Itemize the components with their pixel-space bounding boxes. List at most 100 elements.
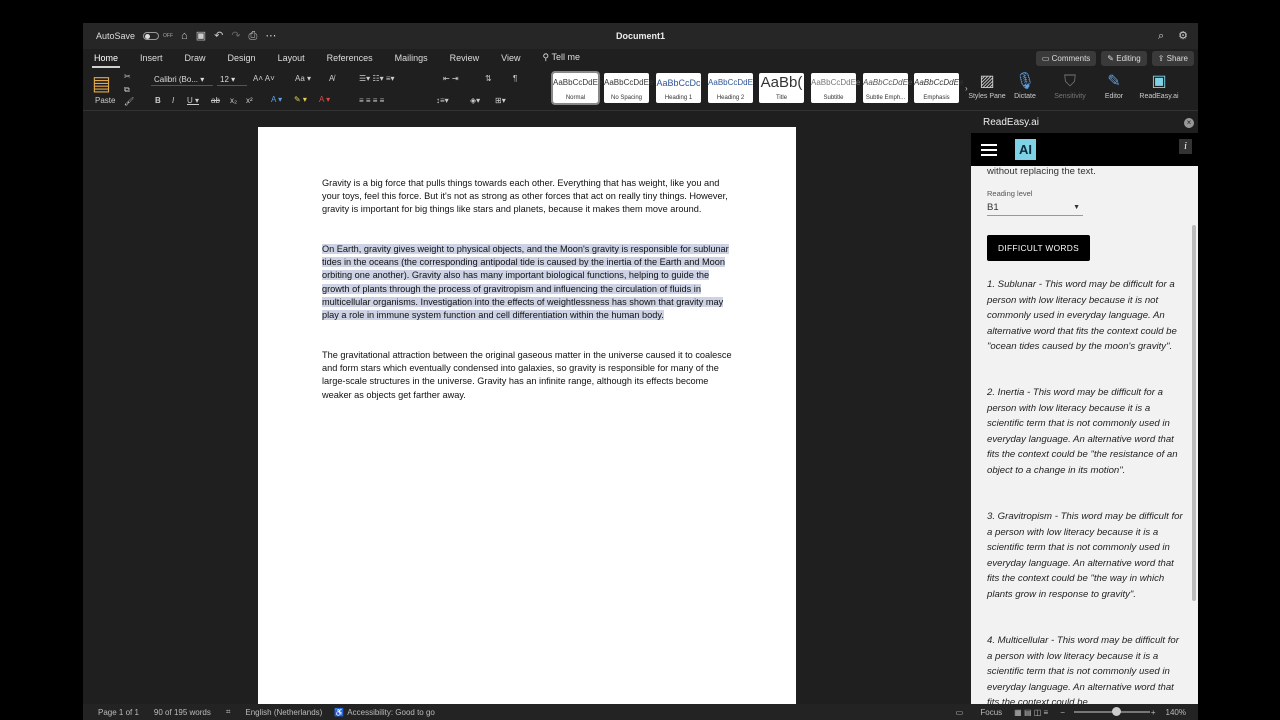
paste-button[interactable]: Paste — [95, 96, 115, 105]
style-sample: AaBbCcDdEe — [553, 78, 603, 87]
text-effects-icon[interactable]: A ▾ — [271, 95, 282, 104]
font-color-icon[interactable]: A ▾ — [319, 95, 330, 104]
paragraph[interactable]: Gravity is a big force that pulls things… — [322, 177, 732, 217]
style-no-spacing[interactable]: AaBbCcDdEe No Spacing — [604, 73, 653, 103]
difficult-word-item: 4. Multicellular - This word may be diff… — [987, 635, 1179, 704]
zoom-out-icon[interactable]: − — [1060, 708, 1065, 717]
tab-design[interactable]: Design — [217, 53, 267, 63]
dictate-button[interactable]: 🎙 Dictate — [1004, 71, 1046, 100]
tab-insert[interactable]: Insert — [129, 53, 174, 63]
comment-icon: ▭ — [1041, 54, 1052, 63]
focus-button[interactable]: ▭ Focus — [941, 708, 1003, 717]
word-count[interactable]: 90 of 195 words — [154, 708, 211, 717]
style-emphasis[interactable]: AaBbCcDdEe Emphasis — [914, 73, 964, 103]
accessibility-icon[interactable]: ♿ — [334, 708, 344, 717]
editing-button[interactable]: ✎ Editing — [1101, 51, 1147, 66]
language[interactable]: English (Netherlands) — [245, 708, 322, 717]
clear-formatting-icon[interactable]: A̸ — [329, 74, 334, 83]
home-icon[interactable]: ⌂ — [181, 30, 188, 42]
tab-view[interactable]: View — [490, 53, 531, 63]
comments-button[interactable]: ▭ Comments — [1035, 51, 1097, 66]
align-left-icon[interactable]: ≡ ≡ ≡ ≡ — [359, 96, 384, 105]
share-button[interactable]: ⇪ Share — [1151, 51, 1194, 66]
font-size-select[interactable]: 12 ▾ — [217, 73, 247, 86]
style-subtle-emphasis[interactable]: AaBbCcDdEe Subtle Emph... — [863, 73, 912, 103]
tab-home[interactable]: Home — [83, 53, 129, 68]
zoom-slider[interactable] — [1074, 707, 1150, 716]
change-case-icon[interactable]: Aa ▾ — [295, 74, 311, 83]
style-subtitle[interactable]: AaBbCcDdEe Subtitle — [811, 73, 860, 103]
italic-icon[interactable]: I — [172, 96, 174, 105]
style-sample: AaBb( — [760, 74, 803, 91]
autosave-toggle[interactable] — [143, 32, 160, 40]
tab-review[interactable]: Review — [439, 53, 491, 63]
font-name-select[interactable]: Calibri (Bo... ▾ — [151, 73, 213, 86]
redo-icon[interactable]: ↷ — [231, 30, 240, 42]
status-bar: Page 1 of 1 90 of 195 words ⌗ English (N… — [83, 704, 1198, 720]
style-heading-1[interactable]: AaBbCcDc Heading 1 — [656, 73, 701, 103]
font-name-value: Calibri (Bo... — [154, 75, 199, 84]
borders-icon[interactable]: ⊞▾ — [495, 96, 506, 105]
undo-icon[interactable]: ↶ — [214, 30, 223, 42]
style-label: Emphasis — [923, 95, 950, 101]
ribbon-tabs: Home Insert Draw Design Layout Reference… — [83, 49, 1198, 68]
editor-button[interactable]: ✎ Editor — [1093, 71, 1135, 100]
style-sample: AaBbCcDc — [656, 78, 701, 88]
highlight-icon[interactable]: ✎ ▾ — [294, 95, 307, 104]
paragraph-selected[interactable]: On Earth, gravity gives weight to physic… — [322, 243, 732, 322]
style-normal[interactable]: AaBbCcDdEe Normal — [551, 71, 603, 105]
copy-icon[interactable]: ⧉ — [124, 85, 130, 95]
zoom-level[interactable]: 140% — [1166, 708, 1186, 717]
tab-references[interactable]: References — [316, 53, 384, 63]
intro-text: without replacing the text. — [987, 166, 1096, 177]
pane-scrollbar[interactable] — [1192, 225, 1196, 601]
line-spacing-icon[interactable]: ↕≡▾ — [436, 96, 449, 105]
word-window: AutoSave OFF ⌂ ▣ ↶ ↷ ⎙ ⋯ Document1 ⌕ ⚙ H… — [83, 23, 1198, 720]
proofing-icon[interactable]: ⌗ — [226, 707, 231, 717]
hamburger-menu-icon[interactable] — [981, 144, 997, 159]
save-icon[interactable]: ▣ — [196, 30, 206, 42]
zoom-in-icon[interactable]: + — [1151, 708, 1156, 717]
tab-mailings[interactable]: Mailings — [384, 53, 439, 63]
style-sample: AaBbCcDdEe — [914, 78, 964, 87]
style-title[interactable]: AaBb( Title — [759, 73, 804, 103]
bullets-icon[interactable]: ☰▾ ☷▾ ≡▾ — [359, 74, 395, 83]
difficult-words-button[interactable]: DIFFICULT WORDS — [987, 235, 1090, 261]
superscript-icon[interactable]: x² — [246, 96, 253, 105]
tell-me[interactable]: ⚲ Tell me — [532, 52, 591, 63]
print-icon[interactable]: ⎙ — [249, 30, 258, 42]
clipboard-icon[interactable]: ▤ — [92, 71, 111, 96]
style-heading-2[interactable]: AaBbCcDdE Heading 2 — [708, 73, 753, 103]
subscript-icon[interactable]: x₂ — [230, 96, 237, 105]
indent-icon[interactable]: ⇤ ⇥ — [443, 74, 459, 83]
shading-icon[interactable]: ◈▾ — [470, 96, 480, 105]
style-label: Heading 2 — [716, 95, 745, 101]
format-painter-icon[interactable]: 🖌 — [124, 97, 134, 106]
bold-icon[interactable]: B — [155, 96, 161, 105]
sensitivity-button[interactable]: ⛉ Sensitivity — [1049, 71, 1091, 100]
close-icon[interactable]: × — [1184, 118, 1194, 128]
strikethrough-icon[interactable]: ab — [211, 96, 220, 105]
pilcrow-icon[interactable]: ¶ — [513, 74, 517, 83]
readeasy-button[interactable]: ▣ ReadEasy.ai — [1138, 71, 1180, 100]
paragraph[interactable]: The gravitational attraction between the… — [322, 349, 732, 402]
tab-layout[interactable]: Layout — [267, 53, 316, 63]
comments-label: Comments — [1051, 54, 1091, 63]
sort-icon[interactable]: ⇅ — [485, 74, 492, 83]
view-buttons[interactable]: ▦ ▤ ◫ ≡ — [1014, 708, 1048, 717]
reading-level-select[interactable]: B1 ▼ — [987, 200, 1083, 216]
account-icon[interactable]: ⚙ — [1178, 30, 1188, 42]
grow-font-icon[interactable]: A˄ A˅ — [253, 74, 275, 83]
info-icon[interactable]: i — [1179, 139, 1192, 154]
cut-icon[interactable]: ✂ — [124, 72, 131, 81]
microphone-icon: 🎙 — [1014, 73, 1036, 90]
style-label: Title — [775, 95, 788, 101]
search-icon[interactable]: ⌕ — [1158, 30, 1164, 42]
more-icon[interactable]: ⋯ — [265, 30, 276, 42]
styles-pane-button[interactable]: ▨ Styles Pane — [966, 71, 1008, 100]
document-page[interactable]: Gravity is a big force that pulls things… — [258, 127, 796, 717]
accessibility-status[interactable]: Accessibility: Good to go — [347, 708, 435, 717]
underline-icon[interactable]: U ▾ — [187, 96, 199, 105]
tab-draw[interactable]: Draw — [174, 53, 217, 63]
zoom-slider-handle[interactable] — [1112, 707, 1121, 716]
